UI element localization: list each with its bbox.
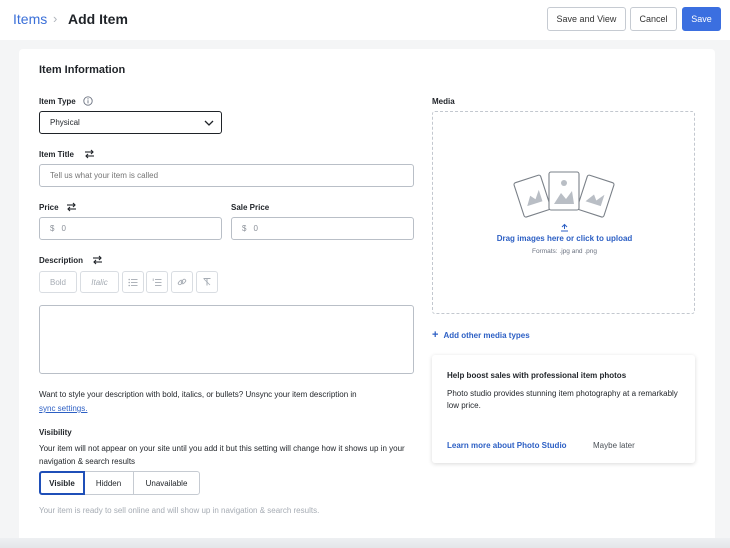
- item-information-card: Item Information Item Type Physical Item…: [19, 49, 715, 548]
- price-value: 0: [61, 224, 66, 233]
- bulleted-list-icon: [128, 278, 138, 286]
- visibility-option-hidden[interactable]: Hidden: [84, 471, 134, 495]
- media-label: Media: [432, 97, 455, 106]
- photo-studio-promo: Help boost sales with professional item …: [432, 355, 695, 463]
- breadcrumb-items-link[interactable]: Items: [13, 11, 47, 27]
- info-icon[interactable]: [83, 96, 93, 106]
- maybe-later-link[interactable]: Maybe later: [593, 441, 635, 450]
- upload-formats: Formats: .jpg and .png: [531, 248, 598, 255]
- item-type-select[interactable]: Physical: [39, 111, 222, 134]
- chevron-down-icon: [204, 120, 214, 126]
- upload-icon: [561, 223, 568, 232]
- sale-price-label: Sale Price: [231, 203, 270, 212]
- plus-icon: +: [432, 329, 439, 341]
- item-type-value: Physical: [50, 118, 80, 127]
- visibility-status-text: Your item is ready to sell online and wi…: [39, 506, 320, 515]
- sale-price-currency: $: [242, 224, 247, 233]
- visibility-label: Visibility: [39, 428, 72, 437]
- numbered-list-button[interactable]: [146, 271, 168, 293]
- promo-body: Photo studio provides stunning item phot…: [447, 389, 678, 410]
- breadcrumb-chevron-icon: ›: [53, 11, 58, 26]
- link-button[interactable]: [171, 271, 193, 293]
- sync-icon[interactable]: [92, 255, 103, 265]
- add-other-media-link[interactable]: + Add other media types: [432, 329, 530, 341]
- link-icon: [177, 278, 187, 286]
- sale-price-value: 0: [253, 224, 258, 233]
- media-dropzone[interactable]: Drag images here or click to upload Form…: [432, 111, 695, 314]
- clear-formatting-icon: [203, 278, 211, 286]
- item-type-label: Item Type: [39, 97, 76, 106]
- price-label: Price: [39, 203, 59, 212]
- description-label: Description: [39, 256, 84, 265]
- promo-title: Help boost sales with professional item …: [447, 371, 627, 380]
- sync-help-message: Want to style your description with bold…: [39, 390, 357, 399]
- sync-icon[interactable]: [66, 202, 77, 212]
- clear-formatting-button[interactable]: [196, 271, 218, 293]
- page-bottom-edge: [0, 538, 730, 548]
- sale-price-input[interactable]: $ 0: [231, 217, 414, 240]
- sync-icon[interactable]: [84, 149, 95, 159]
- item-title-input[interactable]: [39, 164, 414, 187]
- numbered-list-icon: [152, 278, 162, 286]
- save-button[interactable]: Save: [682, 7, 721, 31]
- price-currency: $: [50, 224, 55, 233]
- item-title-label: Item Title: [39, 150, 74, 159]
- visibility-help-text: Your item will not appear on your site u…: [39, 444, 405, 466]
- bold-button[interactable]: Bold: [39, 271, 77, 293]
- upload-prompt[interactable]: Drag images here or click to upload: [433, 234, 696, 243]
- page-title: Add Item: [68, 11, 128, 27]
- learn-more-link[interactable]: Learn more about Photo Studio: [447, 441, 567, 450]
- bulleted-list-button[interactable]: [122, 271, 144, 293]
- sync-settings-link[interactable]: sync settings.: [39, 404, 87, 413]
- description-textarea[interactable]: [39, 305, 414, 374]
- sync-help-text: Want to style your description with bold…: [39, 388, 419, 416]
- price-input[interactable]: $ 0: [39, 217, 222, 240]
- top-bar: Items › Add Item Save and View Cancel Sa…: [0, 0, 730, 40]
- cancel-button[interactable]: Cancel: [630, 7, 677, 31]
- visibility-option-visible[interactable]: Visible: [39, 471, 85, 495]
- section-title: Item Information: [39, 64, 126, 76]
- save-and-view-button[interactable]: Save and View: [547, 7, 626, 31]
- add-other-media-label: Add other media types: [443, 331, 530, 340]
- images-placeholder-icon: [513, 171, 615, 218]
- visibility-option-unavailable[interactable]: Unavailable: [133, 471, 200, 495]
- italic-button[interactable]: Italic: [80, 271, 119, 293]
